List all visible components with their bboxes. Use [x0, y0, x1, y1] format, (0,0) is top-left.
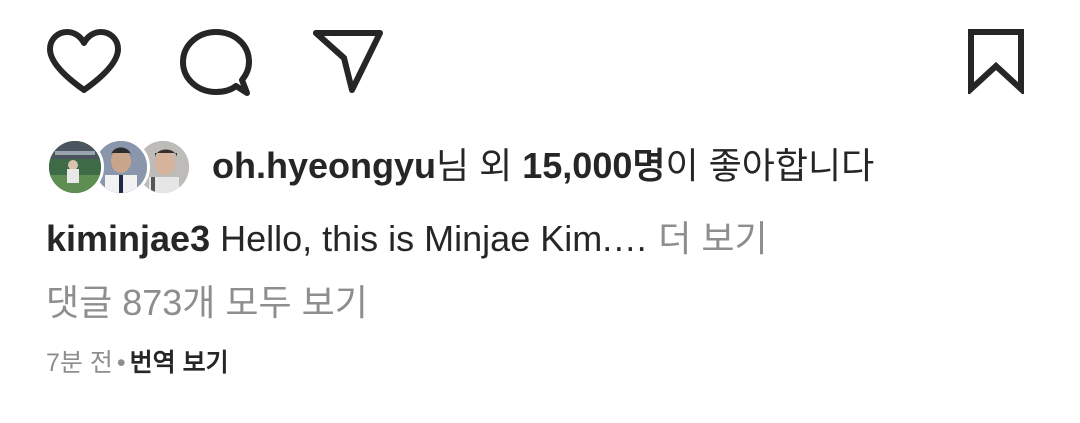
view-all-comments-link[interactable]: 댓글 873개 모두 보기 [46, 280, 368, 326]
post-action-bar [0, 0, 1080, 120]
translate-link[interactable]: 번역 보기 [130, 349, 229, 377]
post-meta: 7분 전 • 번역 보기 [46, 346, 229, 380]
liker-username[interactable]: oh.hyeongyu [212, 145, 436, 186]
likes-summary: oh.hyeongyu님 외 15,000명이 좋아합니다 [46, 136, 1046, 196]
avatar [46, 138, 104, 196]
bookmark-icon[interactable] [966, 28, 1026, 94]
caption-username[interactable]: kiminjae3 [46, 218, 210, 259]
post-timestamp: 7분 전 [46, 349, 113, 377]
likes-text: oh.hyeongyu님 외 15,000명이 좋아합니다 [212, 144, 874, 188]
likes-suffix: 님 외 [436, 145, 523, 186]
heart-icon[interactable] [46, 29, 122, 95]
likes-suffix-2: 이 좋아합니다 [665, 145, 875, 186]
liker-avatars[interactable] [46, 136, 192, 196]
paper-plane-icon[interactable] [312, 28, 384, 94]
more-link[interactable]: 더 보기 [658, 218, 767, 259]
post-caption: kiminjae3 Hello, this is Minjae Kim.… 더 … [46, 216, 768, 262]
comment-icon[interactable] [180, 28, 252, 98]
meta-separator: • [116, 349, 126, 377]
likes-count[interactable]: 15,000명 [522, 145, 665, 186]
caption-text: Hello, this is Minjae Kim.… [210, 218, 659, 259]
